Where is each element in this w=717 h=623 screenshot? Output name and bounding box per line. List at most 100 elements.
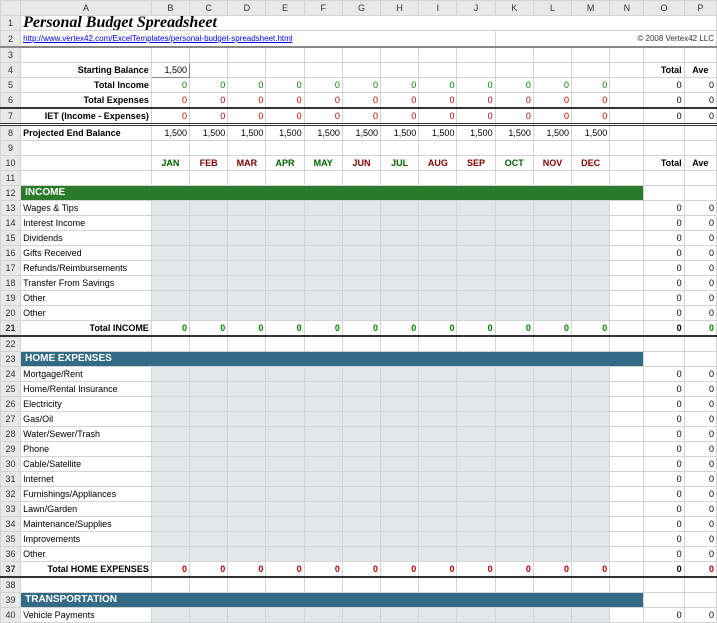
cell[interactable]: [190, 336, 228, 352]
line-item-label[interactable]: Maintenance/Supplies: [21, 517, 152, 532]
summary-value[interactable]: 0: [228, 108, 266, 125]
data-cell[interactable]: [419, 547, 457, 562]
cell[interactable]: [610, 502, 644, 517]
cell[interactable]: [572, 141, 610, 156]
data-cell[interactable]: [266, 367, 304, 382]
data-cell[interactable]: [342, 487, 380, 502]
cell[interactable]: [610, 442, 644, 457]
data-cell[interactable]: [151, 397, 189, 412]
data-cell[interactable]: [304, 457, 342, 472]
data-cell[interactable]: [419, 442, 457, 457]
data-cell[interactable]: [190, 216, 228, 231]
data-cell[interactable]: [533, 306, 571, 321]
cell[interactable]: [190, 577, 228, 593]
source-link[interactable]: http://www.vertex42.com/ExcelTemplates/p…: [21, 31, 496, 48]
data-cell[interactable]: [151, 291, 189, 306]
data-cell[interactable]: [533, 216, 571, 231]
data-cell[interactable]: [151, 367, 189, 382]
data-cell[interactable]: [190, 291, 228, 306]
cell[interactable]: [228, 336, 266, 352]
column-header[interactable]: J: [457, 1, 495, 16]
data-cell[interactable]: [151, 502, 189, 517]
line-item-label[interactable]: Water/Sewer/Trash: [21, 427, 152, 442]
summary-value[interactable]: 0: [533, 108, 571, 125]
data-cell[interactable]: [304, 261, 342, 276]
data-cell[interactable]: [457, 427, 495, 442]
summary-value[interactable]: 0: [151, 108, 189, 125]
data-cell[interactable]: [533, 427, 571, 442]
column-header[interactable]: L: [533, 1, 571, 16]
data-cell[interactable]: [190, 382, 228, 397]
data-cell[interactable]: [266, 502, 304, 517]
row-header[interactable]: 32: [1, 487, 21, 502]
data-cell[interactable]: [495, 442, 533, 457]
data-cell[interactable]: [381, 442, 419, 457]
data-cell[interactable]: [151, 412, 189, 427]
summary-value[interactable]: 0: [457, 108, 495, 125]
cell[interactable]: [610, 397, 644, 412]
summary-value[interactable]: 0: [419, 78, 457, 93]
cell[interactable]: [151, 47, 189, 63]
data-cell[interactable]: [381, 532, 419, 547]
data-cell[interactable]: [572, 382, 610, 397]
row-header[interactable]: 26: [1, 397, 21, 412]
data-cell[interactable]: [572, 291, 610, 306]
summary-value[interactable]: 0: [266, 108, 304, 125]
cell[interactable]: [610, 108, 644, 125]
starting-balance-value[interactable]: 1,500: [151, 63, 189, 78]
row-header[interactable]: 29: [1, 442, 21, 457]
data-cell[interactable]: [228, 472, 266, 487]
data-cell[interactable]: [228, 442, 266, 457]
data-cell[interactable]: [342, 231, 380, 246]
data-cell[interactable]: [304, 216, 342, 231]
row-header[interactable]: 27: [1, 412, 21, 427]
data-cell[interactable]: [495, 427, 533, 442]
cell[interactable]: [419, 171, 457, 186]
data-cell[interactable]: [572, 276, 610, 291]
row-header[interactable]: 12: [1, 186, 21, 201]
data-cell[interactable]: [266, 412, 304, 427]
data-cell[interactable]: [533, 517, 571, 532]
projected-value[interactable]: 1,500: [304, 125, 342, 141]
data-cell[interactable]: [151, 216, 189, 231]
cell[interactable]: [495, 141, 533, 156]
row-header[interactable]: 23: [1, 352, 21, 367]
cell[interactable]: [21, 156, 152, 171]
line-item-label[interactable]: Cable/Satellite: [21, 457, 152, 472]
data-cell[interactable]: [381, 261, 419, 276]
data-cell[interactable]: [457, 306, 495, 321]
cell[interactable]: [610, 156, 644, 171]
projected-value[interactable]: 1,500: [228, 125, 266, 141]
cell[interactable]: [610, 141, 644, 156]
row-header[interactable]: 5: [1, 78, 21, 93]
data-cell[interactable]: [457, 261, 495, 276]
data-cell[interactable]: [304, 246, 342, 261]
cell[interactable]: [572, 577, 610, 593]
data-cell[interactable]: [266, 246, 304, 261]
row-header[interactable]: 14: [1, 216, 21, 231]
data-cell[interactable]: [266, 201, 304, 216]
data-cell[interactable]: [495, 382, 533, 397]
cell[interactable]: [610, 125, 644, 141]
cell[interactable]: [151, 141, 189, 156]
cell[interactable]: [533, 141, 571, 156]
data-cell[interactable]: [495, 246, 533, 261]
data-cell[interactable]: [342, 502, 380, 517]
line-item-label[interactable]: Other: [21, 547, 152, 562]
cell[interactable]: [381, 63, 419, 78]
data-cell[interactable]: [228, 502, 266, 517]
data-cell[interactable]: [190, 442, 228, 457]
data-cell[interactable]: [266, 487, 304, 502]
cell[interactable]: [151, 171, 189, 186]
data-cell[interactable]: [151, 261, 189, 276]
data-cell[interactable]: [304, 276, 342, 291]
row-header[interactable]: 9: [1, 141, 21, 156]
row-header[interactable]: 36: [1, 547, 21, 562]
data-cell[interactable]: [495, 412, 533, 427]
cell[interactable]: [610, 412, 644, 427]
data-cell[interactable]: [190, 608, 228, 623]
line-item-label[interactable]: Lawn/Garden: [21, 502, 152, 517]
cell[interactable]: [419, 47, 457, 63]
data-cell[interactable]: [151, 306, 189, 321]
cell[interactable]: [610, 231, 644, 246]
